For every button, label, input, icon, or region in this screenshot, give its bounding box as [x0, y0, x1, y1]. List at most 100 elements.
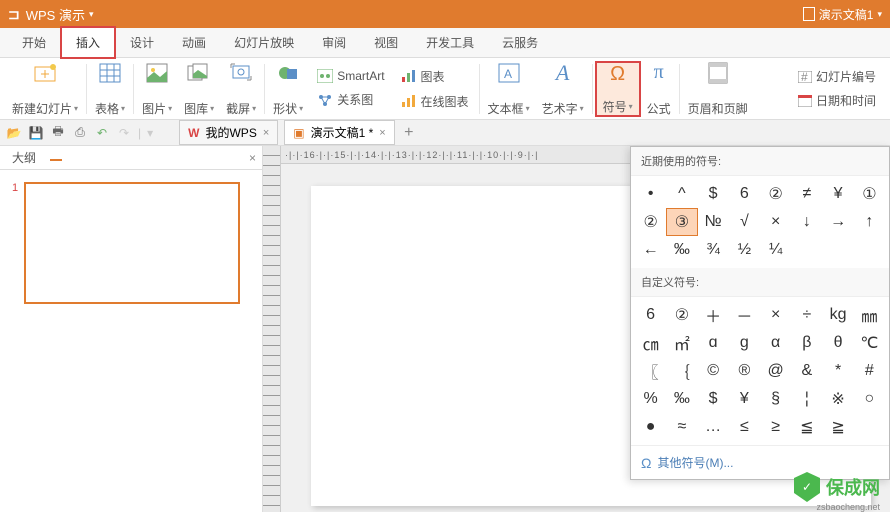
menu-4[interactable]: 幻灯片放映	[220, 28, 308, 57]
symbol-cell[interactable]: ｛	[666, 357, 697, 385]
menu-5[interactable]: 审阅	[308, 28, 360, 57]
symbol-cell[interactable]: $	[698, 385, 729, 413]
symbol-cell[interactable]: ÷	[791, 301, 822, 329]
symbol-cell[interactable]: ®	[729, 357, 760, 385]
menu-2[interactable]: 设计	[116, 28, 168, 57]
symbol-cell[interactable]: ©	[698, 357, 729, 385]
symbol-cell[interactable]: ②	[760, 180, 791, 208]
symbol-cell[interactable]: 6	[729, 180, 760, 208]
symbol-cell[interactable]: ←	[635, 236, 666, 264]
symbol-cell[interactable]: $	[698, 180, 729, 208]
symbol-cell[interactable]: ①	[854, 180, 885, 208]
slide-thumbnail[interactable]	[24, 182, 240, 304]
panel-close-icon[interactable]: ×	[249, 151, 256, 165]
doc-dropdown-icon[interactable]: ▾	[877, 9, 882, 20]
symbol-cell[interactable]: ℃	[854, 329, 885, 357]
tab-my-wps[interactable]: W 我的WPS ×	[179, 120, 278, 145]
symbol-cell[interactable]: ③	[666, 208, 697, 236]
symbol-cell[interactable]: α	[760, 329, 791, 357]
symbol-cell[interactable]: ×	[760, 301, 791, 329]
textbox-button[interactable]: A 文本框▾	[482, 61, 536, 117]
symbol-cell[interactable]: @	[760, 357, 791, 385]
symbol-cell[interactable]: ↓	[791, 208, 822, 236]
wordart-button[interactable]: A 艺术字▾	[536, 61, 590, 117]
chart-button[interactable]: 图表	[399, 66, 471, 87]
symbol-cell[interactable]: β	[791, 329, 822, 357]
gallery-button[interactable]: 图库▾	[178, 61, 220, 117]
save-icon[interactable]: 💾	[28, 125, 44, 141]
datetime-button[interactable]: 日期和时间	[796, 90, 878, 111]
symbol-cell[interactable]: %	[635, 385, 666, 413]
symbol-cell[interactable]: ㎡	[666, 329, 697, 357]
symbol-cell[interactable]: ¥	[729, 385, 760, 413]
slide-number-button[interactable]: #幻灯片编号	[796, 66, 878, 87]
symbol-cell[interactable]: ¦	[791, 385, 822, 413]
symbol-cell[interactable]: ‰	[666, 385, 697, 413]
symbol-cell[interactable]: ≧	[823, 413, 854, 441]
symbol-cell[interactable]: ↑	[854, 208, 885, 236]
symbol-cell[interactable]: ¼	[760, 236, 791, 264]
symbol-cell[interactable]: *	[823, 357, 854, 385]
symbol-cell[interactable]: ½	[729, 236, 760, 264]
print-icon[interactable]: 🖶	[50, 125, 66, 141]
symbol-cell[interactable]: ≦	[791, 413, 822, 441]
symbol-cell[interactable]: ≤	[729, 413, 760, 441]
symbol-button[interactable]: Ω 符号▾	[595, 61, 641, 117]
symbol-cell[interactable]: №	[698, 208, 729, 236]
symbol-cell[interactable]: ②	[666, 301, 697, 329]
symbol-cell[interactable]: 〖	[635, 357, 666, 385]
symbol-cell[interactable]: ¾	[698, 236, 729, 264]
smartart-button[interactable]: SmartArt	[315, 67, 386, 85]
symbol-cell[interactable]: ②	[635, 208, 666, 236]
tab-document[interactable]: ▣ 演示文稿1 * ×	[284, 120, 394, 145]
symbol-cell[interactable]: kg	[823, 301, 854, 329]
relation-button[interactable]: 关系图	[315, 89, 386, 110]
tab-close-icon[interactable]: ×	[263, 127, 269, 139]
symbol-cell[interactable]: ＋	[698, 301, 729, 329]
formula-button[interactable]: π 公式	[641, 61, 677, 117]
new-slide-button[interactable]: 新建幻灯片▾	[6, 61, 84, 117]
shape-button[interactable]: 形状▾	[267, 61, 309, 117]
symbol-cell[interactable]: ≥	[760, 413, 791, 441]
screenshot-button[interactable]: 截屏▾	[220, 61, 262, 117]
tab-close-icon[interactable]: ×	[379, 127, 385, 139]
symbol-cell[interactable]: §	[760, 385, 791, 413]
slides-tab[interactable]	[50, 155, 62, 161]
symbol-cell[interactable]: ≠	[791, 180, 822, 208]
symbol-cell[interactable]: 6	[635, 301, 666, 329]
symbol-cell[interactable]: ¥	[823, 180, 854, 208]
symbol-cell[interactable]: ●	[635, 413, 666, 441]
undo-icon[interactable]: ↶	[94, 125, 110, 141]
open-icon[interactable]: 📂	[6, 125, 22, 141]
table-button[interactable]: 表格▾	[89, 61, 131, 117]
symbol-cell[interactable]: →	[823, 208, 854, 236]
symbol-cell[interactable]: ○	[854, 385, 885, 413]
symbol-cell[interactable]: ^	[666, 180, 697, 208]
menu-0[interactable]: 开始	[8, 28, 60, 57]
symbol-cell[interactable]: ※	[823, 385, 854, 413]
title-dropdown-icon[interactable]: ▾	[89, 9, 94, 20]
print-preview-icon[interactable]: ⎙	[72, 125, 88, 141]
new-tab-icon[interactable]: +	[401, 125, 417, 141]
picture-button[interactable]: 图片▾	[136, 61, 178, 117]
menu-1[interactable]: 插入	[60, 26, 116, 59]
outline-tab[interactable]: 大纲	[6, 147, 42, 168]
symbol-cell[interactable]: ≈	[666, 413, 697, 441]
symbol-cell[interactable]: ɡ	[729, 329, 760, 357]
symbol-cell[interactable]: ㎝	[635, 329, 666, 357]
symbol-cell[interactable]: √	[729, 208, 760, 236]
header-footer-button[interactable]: 页眉和页脚	[682, 61, 754, 117]
symbol-cell[interactable]: #	[854, 357, 885, 385]
menu-6[interactable]: 视图	[360, 28, 412, 57]
online-chart-button[interactable]: 在线图表	[399, 91, 471, 112]
symbol-cell[interactable]: ㎜	[854, 301, 885, 329]
symbol-cell[interactable]: &	[791, 357, 822, 385]
symbol-cell[interactable]: θ	[823, 329, 854, 357]
symbol-cell[interactable]: •	[635, 180, 666, 208]
menu-7[interactable]: 开发工具	[412, 28, 488, 57]
symbol-cell[interactable]: －	[729, 301, 760, 329]
symbol-cell[interactable]: ×	[760, 208, 791, 236]
menu-8[interactable]: 云服务	[488, 28, 552, 57]
symbol-cell[interactable]: ɑ	[698, 329, 729, 357]
menu-3[interactable]: 动画	[168, 28, 220, 57]
